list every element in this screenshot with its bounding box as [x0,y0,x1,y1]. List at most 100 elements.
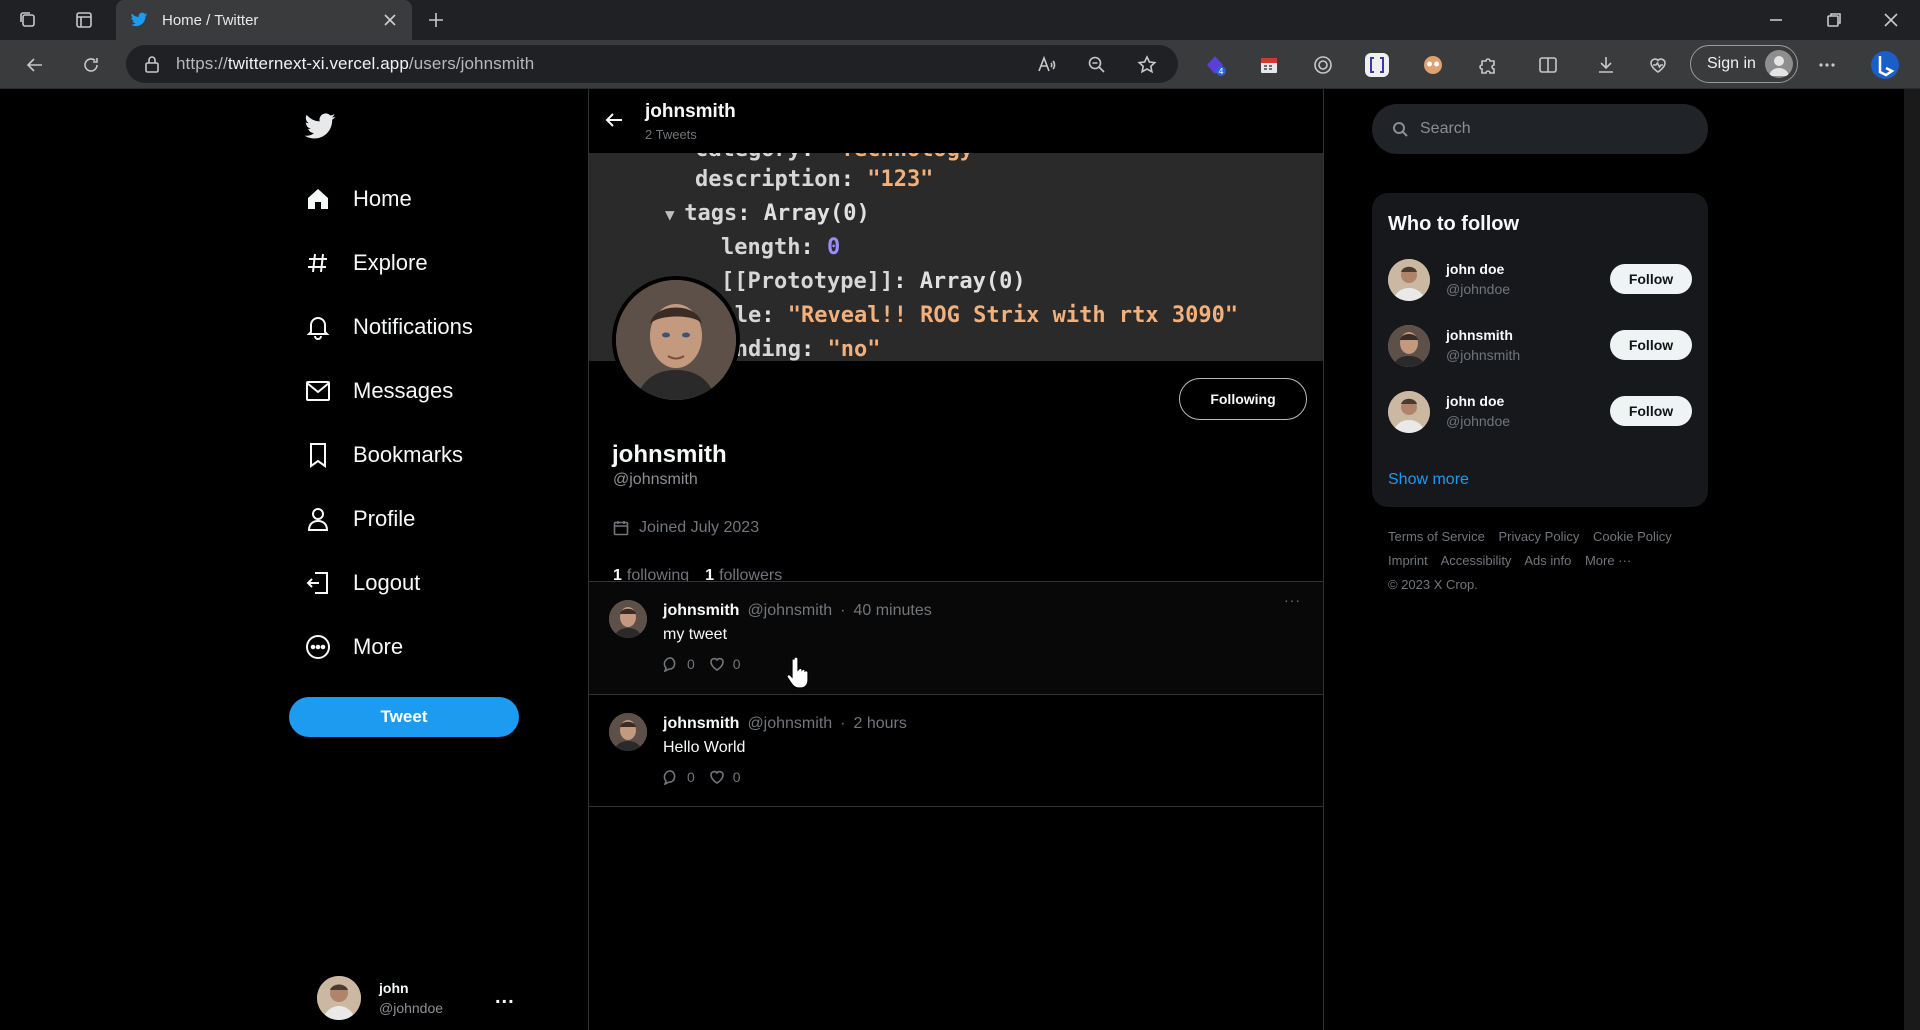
nav-profile[interactable]: Profile [303,499,415,539]
joined-date: Joined July 2023 [639,519,760,536]
tweet-item[interactable]: johnsmith @johnsmith · 2 hours Hello Wor… [589,694,1323,807]
reply-action[interactable]: 0 [663,656,695,672]
split-screen-icon[interactable] [1533,40,1563,89]
account-switcher[interactable]: john @johndoe ... [317,974,517,1022]
expand-triangle-icon[interactable]: ▼ [665,205,684,224]
hashtag-icon [303,248,333,278]
active-tab[interactable]: Home / Twitter [116,0,412,40]
browser-essentials-icon[interactable] [1643,40,1673,89]
twitter-logo-icon[interactable] [303,113,337,143]
minimize-icon[interactable] [1764,8,1788,32]
reply-action[interactable]: 0 [663,769,695,785]
nav-more[interactable]: More [303,627,403,667]
user-icon [303,504,333,534]
footer-accessibility-link[interactable]: Accessibility [1441,553,1512,568]
follow-suggestion[interactable]: johnsmith @johnsmith Follow [1388,321,1692,371]
banner-code-line: length: 0 [721,235,840,260]
banner-code-line: description: "123" [695,167,933,192]
sign-in-button[interactable]: Sign in [1690,45,1798,83]
nav-explore[interactable]: Explore [303,243,428,283]
close-tab-icon[interactable] [380,10,400,30]
more-circle-icon [303,632,333,662]
close-window-icon[interactable] [1879,8,1903,32]
code-value: "Technology" [827,153,986,162]
right-sidebar: Search Who to follow john doe @johndoe F… [1372,89,1708,1030]
account-more-icon[interactable]: ... [495,986,515,1009]
url-bar[interactable]: https://twitternext-xi.vercel.app/users/… [126,45,1178,83]
profile-handle: @johnsmith [613,471,698,488]
footer-ads-link[interactable]: Ads info [1524,553,1571,568]
tweet-author-handle[interactable]: @johnsmith [747,602,832,620]
bell-icon [303,312,333,342]
tweet-more-icon[interactable]: ··· [1284,592,1301,608]
footer-copyright: © 2023 X Crop. [1388,577,1478,592]
back-arrow-icon[interactable] [601,107,627,133]
extensions-puzzle-icon[interactable] [1473,40,1503,89]
url-text[interactable]: https://twitternext-xi.vercel.app/users/… [176,54,534,74]
banner-code-line: category: "Technology" [695,153,986,162]
like-action[interactable]: 0 [709,769,741,785]
bing-copilot-icon[interactable] [1868,40,1902,89]
bracket-extension-icon[interactable] [1362,40,1392,89]
tweet-text: Hello World [663,739,746,756]
face-extension-icon[interactable] [1418,40,1448,89]
reply-icon [663,656,687,672]
nav-logout-label: Logout [353,570,421,595]
reply-count: 0 [687,769,695,785]
nav-bookmarks[interactable]: Bookmarks [303,435,463,475]
nav-logout[interactable]: Logout [303,563,420,603]
footer-terms-link[interactable]: Terms of Service [1388,529,1485,544]
profile-header: johnsmith 2 Tweets [589,89,1323,153]
follow-suggestion[interactable]: john doe @johndoe Follow [1388,255,1692,305]
profile-avatar[interactable] [612,276,740,404]
like-count: 0 [732,769,741,785]
tweet-author-name[interactable]: johnsmith [663,602,739,620]
back-icon[interactable] [20,40,50,89]
page-scrollbar[interactable] [1904,89,1920,1030]
footer-cookie-link[interactable]: Cookie Policy [1593,529,1672,544]
search-input[interactable]: Search [1372,104,1708,154]
following-button[interactable]: Following [1179,378,1307,420]
tweet-author-handle[interactable]: @johnsmith [747,715,832,733]
tweet-avatar[interactable] [609,600,647,638]
banner-code-line: [[Prototype]]: Array(0) [721,269,1026,294]
profile-name: johnsmith [612,441,727,468]
nav-home[interactable]: Home [303,179,412,219]
follow-suggestion[interactable]: john doe @johndoe Follow [1388,387,1692,437]
footer-more-link[interactable]: More ··· [1585,553,1631,568]
tweet-actions: 0 0 [663,656,755,672]
follow-button[interactable]: Follow [1610,264,1692,294]
workspaces-icon[interactable] [16,8,40,32]
show-more-link[interactable]: Show more [1388,471,1469,489]
tweet-button[interactable]: Tweet [289,697,519,737]
tab-actions-icon[interactable] [72,8,96,32]
refresh-icon[interactable] [76,40,106,89]
follow-button[interactable]: Follow [1610,330,1692,360]
tweet-avatar[interactable] [609,713,647,751]
follow-button[interactable]: Follow [1610,396,1692,426]
nav-notifications[interactable]: Notifications [303,307,473,347]
zoom-icon[interactable] [1082,40,1112,89]
search-placeholder: Search [1420,120,1471,137]
record-extension-icon[interactable] [1308,40,1338,89]
lock-icon[interactable] [144,55,160,73]
tweet-item[interactable]: johnsmith @johnsmith · 40 minutes ··· my… [589,581,1323,694]
calendar-extension-icon[interactable] [1254,40,1284,89]
like-action[interactable]: 0 [709,656,741,672]
extension-gem-icon[interactable]: 4 [1200,40,1230,89]
bookmark-icon [303,440,333,470]
new-tab-icon[interactable] [424,8,448,32]
restore-icon[interactable] [1822,8,1846,32]
nav-more-label: More [353,634,404,659]
downloads-icon[interactable] [1591,40,1621,89]
tweet-author-name[interactable]: johnsmith [663,715,739,733]
footer-privacy-link[interactable]: Privacy Policy [1498,529,1579,544]
favorite-star-icon[interactable] [1132,40,1162,89]
read-aloud-icon[interactable] [1032,40,1062,89]
nav-messages[interactable]: Messages [303,371,453,411]
url-scheme: https:// [176,54,228,73]
footer-imprint-link[interactable]: Imprint [1388,553,1428,568]
code-key: [[Prototype]] [721,269,894,294]
settings-more-icon[interactable] [1812,40,1842,89]
home-icon [303,184,333,214]
